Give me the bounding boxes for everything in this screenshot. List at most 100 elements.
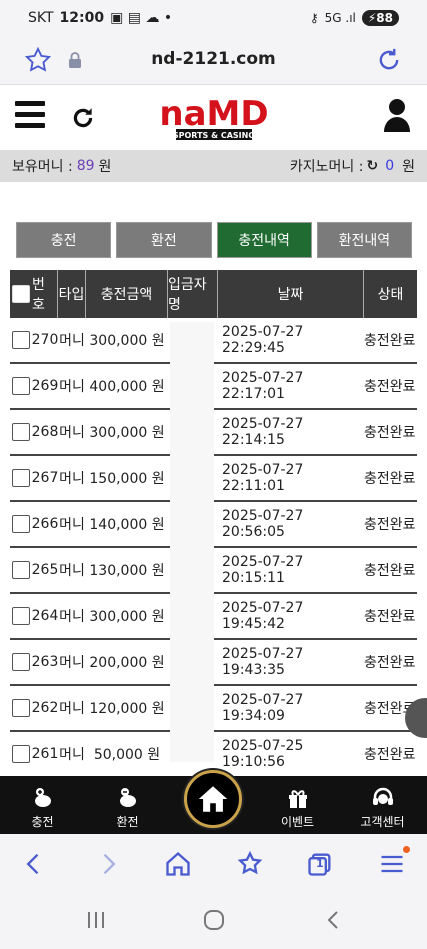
site-header: naMD SPORTS & CASINO [0, 84, 427, 150]
row-select-cell [10, 732, 32, 776]
back-icon[interactable] [20, 850, 48, 878]
menu-icon[interactable] [15, 101, 45, 129]
row-checkbox[interactable] [12, 469, 30, 487]
row-date: 2025-07-27 20:56:05 [222, 508, 304, 540]
money-label: 보유머니 : [12, 159, 73, 175]
home-icon [198, 786, 228, 812]
tab-deposit[interactable]: 충전 [16, 222, 112, 258]
site-logo[interactable]: naMD SPORTS & CASINO [138, 95, 290, 141]
row-amount: 140,000 원 [89, 517, 165, 533]
table-header: 번호 타입 충전금액 입금자명 날짜 상태 [10, 270, 417, 318]
casino-money-unit: 원 [402, 159, 415, 175]
nav-event[interactable]: 이벤트 [255, 786, 340, 830]
tab-count: 1 [316, 857, 324, 870]
row-checkbox[interactable] [12, 377, 30, 395]
row-select-cell [10, 318, 32, 362]
nav-deposit[interactable]: 충전 [0, 786, 85, 830]
row-date: 2025-07-27 19:45:42 [222, 600, 304, 632]
row-amount: 130,000 원 [89, 563, 165, 579]
row-type: 머니 [59, 563, 85, 579]
row-checkbox[interactable] [12, 331, 30, 349]
tabs-button[interactable]: 1 [306, 850, 334, 878]
nav-event-label: 이벤트 [280, 815, 315, 829]
row-select-cell [10, 410, 32, 454]
row-status: 충전완료 [364, 655, 416, 671]
row-amount: 300,000 원 [89, 333, 165, 349]
signal-icon: 5G .ıl [324, 11, 356, 25]
row-status: 충전완료 [364, 517, 416, 533]
browser-home-icon[interactable] [164, 850, 192, 878]
row-status: 충전완료 [364, 379, 416, 395]
battery-indicator: ⚡88 [361, 10, 399, 26]
recent-apps-icon[interactable] [84, 908, 108, 932]
row-checkbox[interactable] [12, 423, 30, 441]
row-checkbox[interactable] [12, 515, 30, 533]
balance-bar: 보유머니 : 89 원 카지노머니 : ↻ 0 원 [0, 150, 427, 182]
key-icon: ⚷ [309, 11, 319, 25]
row-checkbox[interactable] [12, 745, 30, 763]
row-no: 264 [31, 608, 59, 624]
row-checkbox[interactable] [12, 653, 30, 671]
headset-icon [372, 787, 393, 805]
tab-withdraw-history[interactable]: 환전내역 [316, 222, 412, 258]
row-amount: 150,000 원 [89, 471, 165, 487]
row-select-cell [10, 640, 32, 684]
row-select-cell [10, 456, 32, 500]
row-date: 2025-07-27 22:17:01 [222, 370, 304, 402]
row-amount: 400,000 원 [89, 379, 165, 395]
row-status: 충전완료 [364, 609, 416, 625]
money-unit: 원 [98, 159, 112, 175]
row-type: 머니 [59, 425, 85, 441]
row-no: 261 [31, 746, 59, 762]
header-no: 번호 [32, 270, 58, 318]
row-type: 머니 [59, 333, 85, 349]
user-icon[interactable] [383, 98, 411, 132]
home-button[interactable] [184, 770, 242, 828]
row-type: 머니 [59, 379, 85, 395]
row-type: 머니 [59, 471, 85, 487]
reload-icon[interactable] [375, 46, 403, 74]
row-date: 2025-07-27 22:14:15 [222, 416, 304, 448]
row-date: 2025-07-27 22:11:01 [222, 462, 304, 494]
forward-icon[interactable] [94, 850, 122, 878]
row-date: 2025-07-27 22:29:45 [222, 324, 304, 356]
tab-withdraw[interactable]: 환전 [116, 222, 212, 258]
notification-dot [403, 846, 410, 853]
url-text[interactable]: nd-2121.com [0, 49, 427, 69]
redacted-depositor-names [170, 322, 214, 762]
system-home-icon[interactable] [202, 908, 226, 932]
header-type: 타입 [58, 270, 86, 318]
row-status: 충전완료 [364, 333, 416, 349]
row-checkbox[interactable] [12, 607, 30, 625]
row-no: 265 [31, 562, 59, 578]
row-date: 2025-07-25 19:10:56 [222, 738, 304, 770]
system-nav-bar [0, 894, 427, 949]
browser-menu-button[interactable] [378, 846, 410, 878]
row-amount: 200,000 원 [89, 655, 165, 671]
piggy-minus-icon [119, 788, 136, 807]
nav-withdraw-label: 환전 [116, 815, 139, 829]
svg-text:naMD: naMD [159, 95, 268, 134]
row-status: 충전완료 [364, 747, 416, 763]
select-all-checkbox[interactable] [12, 285, 30, 303]
row-checkbox[interactable] [12, 699, 30, 717]
notification-icons: ▣ ▤ ☁ • [110, 10, 173, 26]
nav-support[interactable]: 고객센터 [340, 786, 425, 830]
select-all-cell [10, 270, 32, 318]
gift-icon [288, 790, 307, 808]
row-status: 충전완료 [364, 471, 416, 487]
svg-text:SPORTS & CASINO: SPORTS & CASINO [173, 131, 255, 140]
nav-withdraw[interactable]: 환전 [85, 786, 170, 830]
refresh-icon[interactable] [70, 105, 96, 131]
casino-refresh-icon[interactable]: ↻ [366, 158, 378, 174]
header-status: 상태 [377, 287, 404, 303]
nav-deposit-label: 충전 [31, 815, 54, 829]
row-checkbox[interactable] [12, 561, 30, 579]
bookmarks-icon[interactable] [236, 850, 264, 878]
row-type: 머니 [59, 609, 85, 625]
row-select-cell [10, 686, 32, 730]
tab-bar: 충전 환전 충전내역 환전내역 [16, 222, 412, 258]
system-back-icon[interactable] [322, 908, 346, 932]
tab-deposit-history[interactable]: 충전내역 [216, 222, 312, 258]
row-select-cell [10, 548, 32, 592]
